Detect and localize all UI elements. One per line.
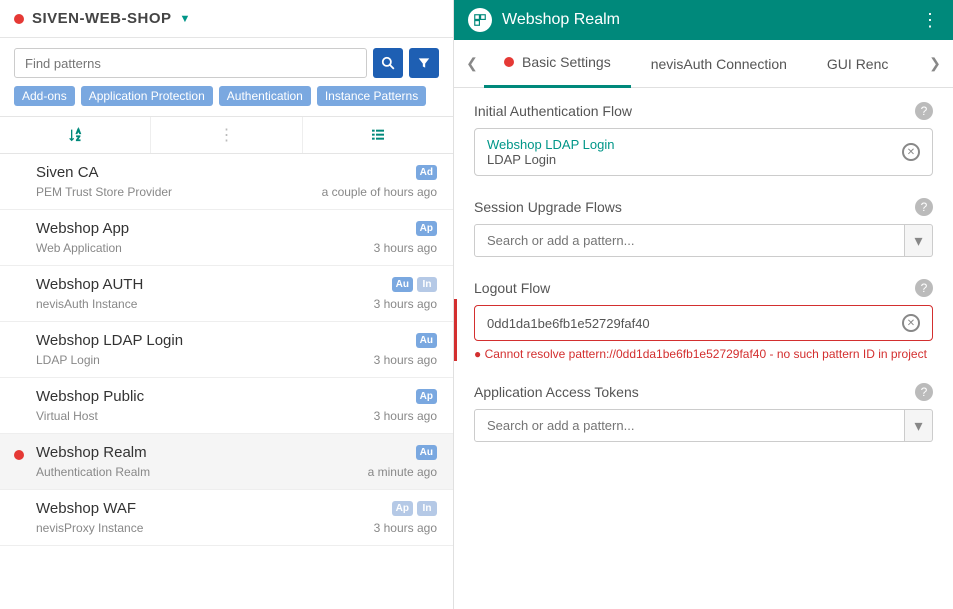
filter-chip[interactable]: Instance Patterns <box>317 86 426 106</box>
filter-chip[interactable]: Add-ons <box>14 86 75 106</box>
caret-down-icon: ▼ <box>180 13 191 25</box>
item-time: 3 hours ago <box>374 297 437 311</box>
item-subtitle: nevisAuth Instance <box>36 297 137 311</box>
item-subtitle: Web Application <box>36 241 122 255</box>
filter-chips: Add-ons Application Protection Authenticat… <box>0 86 453 116</box>
item-subtitle: PEM Trust Store Provider <box>36 185 172 199</box>
section-label: Session Upgrade Flows <box>474 199 622 215</box>
remove-icon[interactable]: ✕ <box>902 143 920 161</box>
item-time: 3 hours ago <box>374 409 437 423</box>
logout-box[interactable]: 0dd1da1be6fb1e52729faf40 ✕ <box>474 305 933 341</box>
search-input[interactable] <box>14 48 367 78</box>
type-badge: In <box>417 501 437 516</box>
item-title: Webshop AUTH <box>36 276 143 293</box>
item-subtitle: Virtual Host <box>36 409 98 423</box>
error-dot-icon <box>504 57 514 67</box>
list-item[interactable]: Siven CA Ad PEM Trust Store Provider a coup… <box>0 154 453 210</box>
project-header[interactable]: SIVEN-WEB-SHOP ▼ <box>0 0 453 38</box>
item-subtitle: Authentication Realm <box>36 465 150 479</box>
tab[interactable]: GUI Renc <box>807 40 908 88</box>
list-item[interactable]: Webshop App Ap Web Application 3 hours ago <box>0 210 453 266</box>
tab-scroll-right[interactable]: ❯ <box>923 55 947 72</box>
tab[interactable]: Basic Settings <box>484 40 631 88</box>
svg-text:Z: Z <box>76 136 80 142</box>
type-badge: Au <box>392 277 413 292</box>
logout-value: 0dd1da1be6fb1e52729faf40 <box>487 316 650 331</box>
type-badge: Ad <box>416 165 437 180</box>
tab-label: Basic Settings <box>522 54 611 70</box>
help-icon[interactable]: ? <box>915 102 933 120</box>
detail-menu-button[interactable]: ⋮ <box>921 10 939 31</box>
list-item[interactable]: Webshop Public Ap Virtual Host 3 hours ago <box>0 378 453 434</box>
item-time: a couple of hours ago <box>322 185 437 199</box>
section-access-tokens: Application Access Tokens ? ▾ <box>474 383 933 442</box>
list-item[interactable]: Webshop Realm Au Authentication Realm a min… <box>0 434 453 490</box>
help-icon[interactable]: ? <box>915 383 933 401</box>
section-session-upgrade: Session Upgrade Flows ? ▾ <box>474 198 933 257</box>
section-label: Initial Authentication Flow <box>474 103 632 119</box>
session-upgrade-input[interactable] <box>474 224 905 257</box>
help-icon[interactable]: ? <box>915 198 933 216</box>
project-title: SIVEN-WEB-SHOP <box>32 10 172 27</box>
help-icon[interactable]: ? <box>915 279 933 297</box>
detail-tabs: ❮ Basic Settings nevisAuth Connection GUI … <box>454 40 953 88</box>
item-title: Webshop App <box>36 220 129 237</box>
type-badge: Ap <box>392 501 413 516</box>
initial-auth-link[interactable]: Webshop LDAP Login <box>487 137 614 152</box>
filter-chip[interactable]: Application Protection <box>81 86 213 106</box>
item-time: a minute ago <box>368 465 437 479</box>
item-time: 3 hours ago <box>374 353 437 367</box>
item-title: Webshop LDAP Login <box>36 332 183 349</box>
status-dot-icon <box>14 14 24 24</box>
type-badge: Au <box>416 445 437 460</box>
item-time: 3 hours ago <box>374 241 437 255</box>
realm-icon <box>468 8 492 32</box>
list-view-button[interactable] <box>302 117 453 153</box>
item-title: Webshop WAF <box>36 500 136 517</box>
type-badge: Ap <box>416 389 437 404</box>
tab[interactable]: nevisAuth Connection <box>631 40 807 88</box>
section-initial-auth: Initial Authentication Flow ? Webshop LD… <box>474 102 933 176</box>
filter-button[interactable] <box>409 48 439 78</box>
filter-chip[interactable]: Authentication <box>219 86 311 106</box>
detail-title: Webshop Realm <box>502 11 921 29</box>
item-title: Webshop Public <box>36 388 144 405</box>
item-subtitle: LDAP Login <box>36 353 100 367</box>
more-button[interactable]: ⋮ <box>150 117 301 153</box>
session-upgrade-dropdown[interactable]: ▾ <box>905 224 933 257</box>
item-title: Webshop Realm <box>36 444 147 461</box>
list-item[interactable]: Webshop LDAP Login Au LDAP Login 3 hours ag… <box>0 322 453 378</box>
item-time: 3 hours ago <box>374 521 437 535</box>
tab-label: GUI Renc <box>827 56 888 72</box>
search-button[interactable] <box>373 48 403 78</box>
tab-label: nevisAuth Connection <box>651 56 787 72</box>
access-tokens-dropdown[interactable]: ▾ <box>905 409 933 442</box>
type-badge: In <box>417 277 437 292</box>
item-title: Siven CA <box>36 164 99 181</box>
initial-auth-sub: LDAP Login <box>487 152 614 167</box>
list-item[interactable]: Webshop WAF Ap In nevisProxy Instance 3 hour… <box>0 490 453 546</box>
pattern-list: Siven CA Ad PEM Trust Store Provider a coup… <box>0 154 453 609</box>
item-subtitle: nevisProxy Instance <box>36 521 143 535</box>
access-tokens-input[interactable] <box>474 409 905 442</box>
type-badge: Ap <box>416 221 437 236</box>
section-label: Application Access Tokens <box>474 384 639 400</box>
detail-header: Webshop Realm ⋮ <box>454 0 953 40</box>
list-item[interactable]: Webshop AUTH Au In nevisAuth Instance 3 hour… <box>0 266 453 322</box>
sort-button[interactable]: AZ <box>0 117 150 153</box>
tab-scroll-left[interactable]: ❮ <box>460 55 484 72</box>
svg-text:A: A <box>76 130 80 136</box>
initial-auth-box[interactable]: Webshop LDAP Login LDAP Login ✕ <box>474 128 933 176</box>
section-label: Logout Flow <box>474 280 550 296</box>
section-logout: Logout Flow ? 0dd1da1be6fb1e52729faf40 ✕… <box>474 279 933 361</box>
logout-error: Cannot resolve pattern://0dd1da1be6fb1e5… <box>474 347 933 361</box>
type-badge: Au <box>416 333 437 348</box>
remove-icon[interactable]: ✕ <box>902 314 920 332</box>
